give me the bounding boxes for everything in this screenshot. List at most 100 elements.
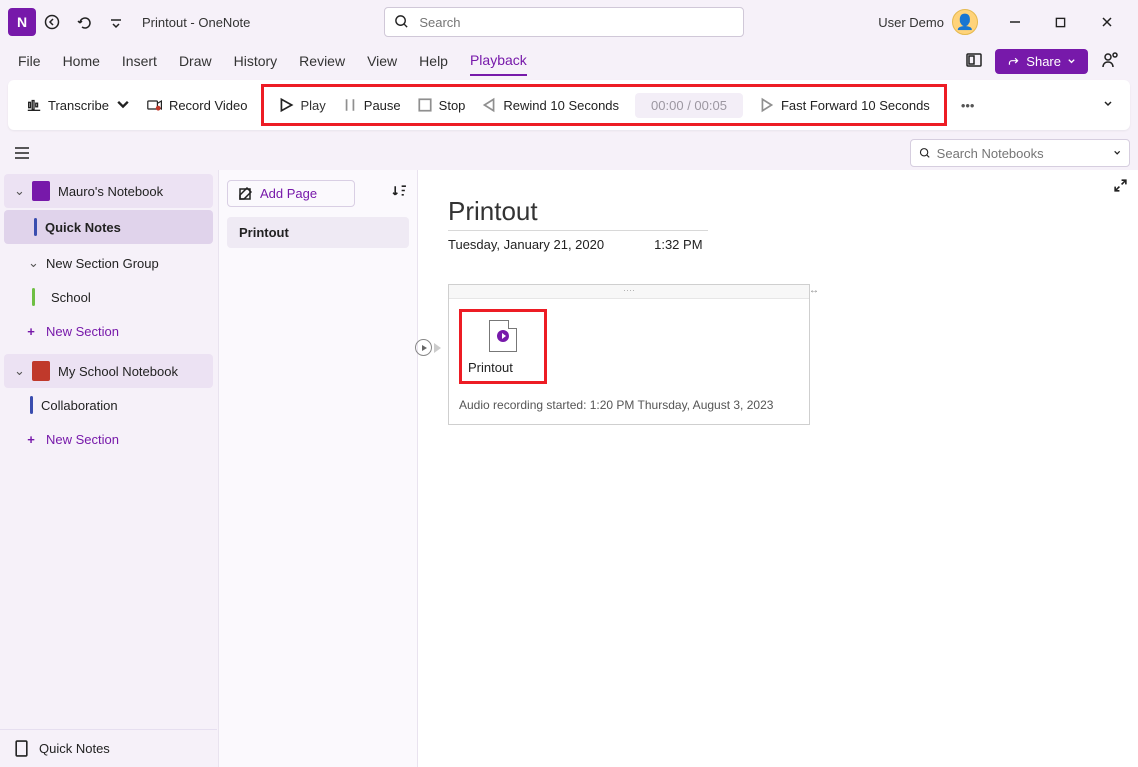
avatar: 👤 — [952, 9, 978, 35]
main-area: ⌄ Mauro's Notebook Quick Notes ⌄ New Sec… — [0, 170, 1138, 767]
tab-file[interactable]: File — [18, 47, 41, 75]
section-color-icon — [30, 396, 33, 414]
pause-button[interactable]: Pause — [334, 91, 409, 119]
section-school[interactable]: School — [0, 280, 217, 314]
tab-history[interactable]: History — [234, 47, 278, 75]
tab-playback[interactable]: Playback — [470, 46, 527, 76]
new-section-label: New Section — [46, 324, 119, 339]
inline-play-indicator[interactable] — [415, 339, 441, 356]
add-page-button[interactable]: Add Page — [227, 180, 355, 207]
chevron-down-icon: ⌄ — [14, 363, 24, 379]
page-list: Add Page Printout — [218, 170, 418, 767]
container-grip[interactable]: ····↔ — [449, 285, 809, 299]
window-title: Printout - OneNote — [142, 15, 250, 30]
rewind-button[interactable]: Rewind 10 Seconds — [473, 91, 627, 119]
notebook-mauros[interactable]: ⌄ Mauro's Notebook — [4, 174, 213, 208]
transcribe-label: Transcribe — [48, 98, 109, 113]
section-label: School — [51, 290, 91, 305]
account-area[interactable]: User Demo 👤 — [878, 9, 978, 35]
pause-label: Pause — [364, 98, 401, 113]
playback-ribbon: Transcribe Record Video Play Pause Stop … — [8, 80, 1130, 130]
global-search[interactable] — [384, 7, 744, 37]
note-canvas[interactable]: Printout Tuesday, January 21, 2020 1:32 … — [418, 170, 1138, 767]
stop-label: Stop — [439, 98, 466, 113]
playback-controls-highlight: Play Pause Stop Rewind 10 Seconds 00:00 … — [261, 84, 946, 126]
note-container[interactable]: ····↔ Printout Audio recording started: … — [448, 284, 810, 425]
section-collaboration[interactable]: Collaboration — [0, 388, 217, 422]
page-meta: Tuesday, January 21, 2020 1:32 PM — [448, 237, 1108, 252]
new-section-label: New Section — [46, 432, 119, 447]
comments-icon[interactable] — [1100, 50, 1120, 73]
file-attachment-highlight: Printout — [459, 309, 547, 384]
mode-switch-icon[interactable] — [965, 51, 983, 72]
share-button[interactable]: Share — [995, 49, 1088, 74]
ribbon-tabs: File Home Insert Draw History Review Vie… — [0, 44, 1138, 78]
record-video-button[interactable]: Record Video — [139, 91, 256, 119]
quick-notes-label: Quick Notes — [39, 741, 110, 756]
search-input[interactable] — [384, 7, 744, 37]
section-group[interactable]: ⌄ New Section Group — [0, 246, 217, 280]
section-label: Quick Notes — [45, 220, 121, 235]
tab-view[interactable]: View — [367, 47, 397, 75]
notebook-label: Mauro's Notebook — [58, 184, 163, 199]
ribbon-more-button[interactable]: ••• — [953, 94, 983, 117]
new-section-button[interactable]: + New Section — [0, 314, 217, 348]
section-color-icon — [34, 218, 37, 236]
notebook-sidebar: ⌄ Mauro's Notebook Quick Notes ⌄ New Sec… — [0, 170, 218, 767]
file-name: Printout — [468, 360, 538, 375]
quick-notes-footer[interactable]: Quick Notes — [0, 729, 217, 767]
play-circle-icon — [415, 339, 432, 356]
section-quick-notes[interactable]: Quick Notes — [4, 210, 213, 244]
tab-home[interactable]: Home — [63, 47, 100, 75]
record-video-label: Record Video — [169, 98, 248, 113]
plus-icon: + — [24, 432, 38, 447]
rewind-label: Rewind 10 Seconds — [503, 98, 619, 113]
back-button[interactable] — [38, 8, 66, 36]
play-triangle-icon — [434, 343, 441, 353]
expand-icon[interactable] — [1113, 178, 1128, 196]
nav-toggle-button[interactable] — [8, 139, 36, 167]
chevron-down-icon: ⌄ — [14, 183, 24, 199]
page-time: 1:32 PM — [654, 237, 702, 252]
search-notebooks[interactable] — [910, 139, 1130, 167]
page-title[interactable]: Printout — [448, 196, 708, 228]
tab-insert[interactable]: Insert — [122, 47, 157, 75]
page-date: Tuesday, January 21, 2020 — [448, 237, 604, 252]
play-badge-icon — [497, 330, 509, 342]
transcribe-button[interactable]: Transcribe — [18, 91, 139, 119]
close-button[interactable] — [1084, 7, 1130, 37]
maximize-button[interactable] — [1038, 7, 1084, 37]
tab-review[interactable]: Review — [299, 47, 345, 75]
play-button[interactable]: Play — [270, 91, 333, 119]
section-group-label: New Section Group — [46, 256, 159, 271]
notebook-school[interactable]: ⌄ My School Notebook — [4, 354, 213, 388]
window-controls — [992, 7, 1130, 37]
chevron-down-icon: ⌄ — [28, 255, 38, 271]
notebook-icon — [32, 181, 50, 201]
notebook-label: My School Notebook — [58, 364, 178, 379]
section-label: Collaboration — [41, 398, 118, 413]
audio-recording-meta: Audio recording started: 1:20 PM Thursda… — [459, 398, 799, 412]
ribbon-collapse-button[interactable] — [1096, 92, 1120, 119]
plus-icon: + — [24, 324, 38, 339]
play-label: Play — [300, 98, 325, 113]
tab-help[interactable]: Help — [419, 47, 448, 75]
fast-forward-button[interactable]: Fast Forward 10 Seconds — [751, 91, 938, 119]
undo-button[interactable] — [70, 8, 98, 36]
playback-time: 00:00 / 00:05 — [635, 93, 743, 118]
resize-handle-icon[interactable]: ↔ — [809, 285, 819, 296]
onenote-app-icon: N — [8, 8, 36, 36]
minimize-button[interactable] — [992, 7, 1038, 37]
search-icon — [394, 14, 409, 32]
sort-icon[interactable] — [392, 183, 407, 201]
new-section-button-2[interactable]: + New Section — [0, 422, 217, 456]
page-item-printout[interactable]: Printout — [227, 217, 409, 248]
stop-button[interactable]: Stop — [409, 91, 474, 119]
tab-draw[interactable]: Draw — [179, 47, 212, 75]
share-label: Share — [1026, 54, 1061, 69]
qat-customize-button[interactable] — [102, 8, 130, 36]
notebook-icon — [32, 361, 50, 381]
audio-file-icon[interactable] — [489, 320, 517, 352]
search-notebooks-input[interactable] — [937, 146, 1113, 161]
user-name: User Demo — [878, 15, 944, 30]
